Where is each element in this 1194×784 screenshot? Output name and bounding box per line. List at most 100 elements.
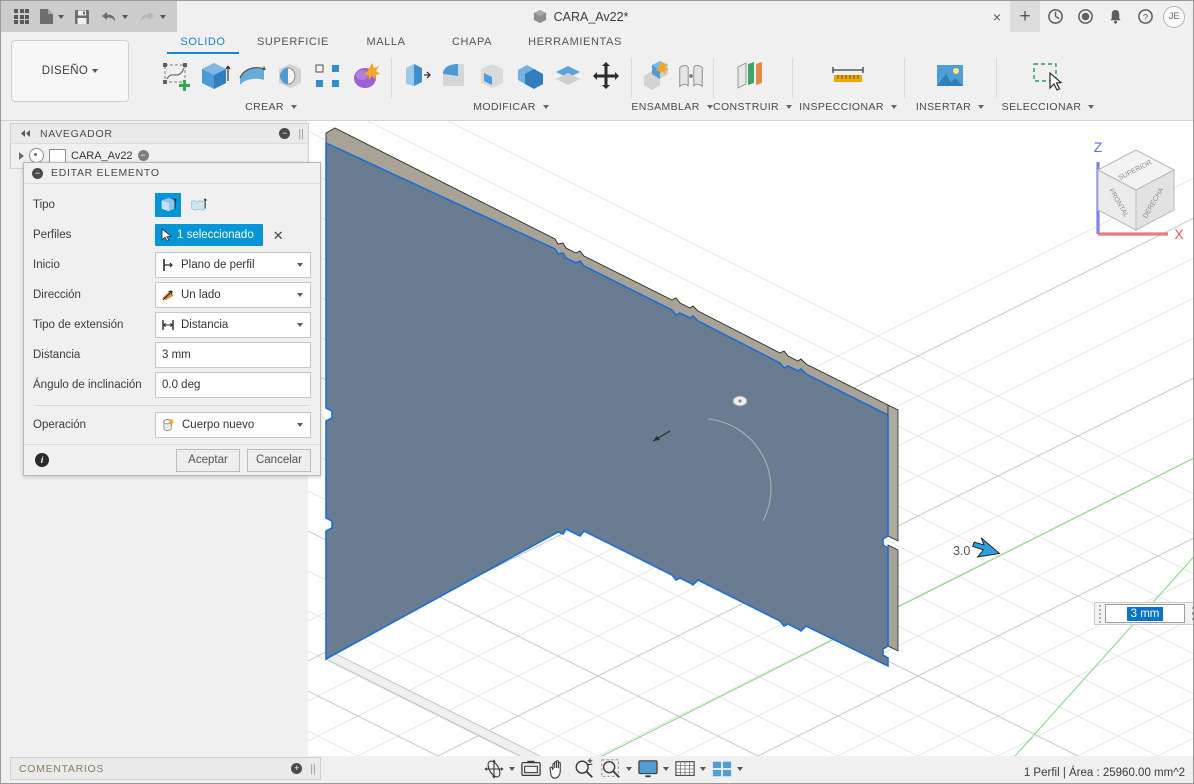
chevron-down-icon [1088,105,1095,109]
chevron-down-icon[interactable] [626,767,632,771]
file-menu-button[interactable] [34,3,69,31]
ribbon-group-label-insertar[interactable]: INSERTAR [904,101,996,116]
orbit-button[interactable] [481,757,517,781]
operacion-select[interactable]: Cuerpo nuevo [155,412,311,438]
cancel-button[interactable]: Cancelar [247,448,311,472]
save-button[interactable] [69,3,95,31]
chevron-down-icon[interactable] [700,767,706,771]
chevron-down-icon [978,105,985,109]
ribbon-group-label-inspeccionar[interactable]: INSPECCIONAR [792,101,904,116]
ribbon-group-label-ensamblar[interactable]: ENSAMBLAR [631,101,713,116]
perfiles-selection-chip[interactable]: 1 seleccionado [155,224,263,246]
manipulator-options-icon[interactable] [1185,603,1193,624]
manipulator-value-field[interactable]: 3 mm [1105,604,1185,623]
display-settings-button[interactable] [635,757,671,781]
ribbon-group-crear: CREAR [151,54,391,116]
accept-button[interactable]: Aceptar [176,448,240,472]
ribbon-group-ensamblar: ENSAMBLAR [631,54,713,116]
collapse-left-icon[interactable] [19,129,32,138]
extrude-icon[interactable] [196,58,232,94]
press-pull-icon[interactable] [398,58,434,94]
ribbon-group-label-construir[interactable]: CONSTRUIR [713,101,793,116]
joint-icon[interactable] [676,58,706,94]
viewport-canvas[interactable]: 3.0 3 mm Z X SUPERIOR FRONTAL DERECHA [308,121,1193,756]
visibility-eye-icon[interactable] [29,148,44,163]
apps-menu-button[interactable] [9,3,34,31]
combine-icon[interactable] [512,58,548,94]
viewports-button[interactable] [709,757,745,781]
job-status-button[interactable] [1040,1,1070,32]
ribbon-group-label-seleccionar[interactable]: SELECCIONAR [996,101,1100,116]
pattern-icon[interactable] [310,58,346,94]
undo-button[interactable] [95,3,133,31]
construct-plane-icon[interactable] [733,58,769,94]
avatar[interactable]: JE [1163,5,1185,28]
new-tab-button[interactable]: + [1010,1,1040,32]
close-tab-button[interactable]: × [984,1,1010,32]
tipo-extension-select[interactable]: Distancia [155,312,311,338]
field-row-angulo: Ángulo de inclinación 0.0 deg [33,370,311,400]
chevron-down-icon[interactable] [737,767,743,771]
new-component-icon[interactable] [638,58,674,94]
chevron-down-icon [297,423,303,427]
tab-malla[interactable]: MALLA [343,32,429,51]
fillet-icon[interactable] [436,58,472,94]
redo-button[interactable] [133,3,171,31]
chevron-down-icon [160,14,166,19]
tab-herramientas[interactable]: HERRAMIENTAS [515,32,635,51]
create-form-icon[interactable] [348,58,384,94]
clear-x-icon[interactable]: ✕ [273,229,284,242]
extrude-surface-icon[interactable] [185,193,211,217]
revolve-icon[interactable] [234,58,270,94]
workspace-selector[interactable]: DISEÑO [11,40,129,102]
browser-resize-handle[interactable]: || [298,128,304,140]
tab-solido[interactable]: SOLIDO [163,32,243,54]
ribbon-group-modificar: MODIFICAR [391,54,631,116]
notifications-button[interactable] [1100,1,1130,32]
sweep-icon[interactable] [272,58,308,94]
chevron-down-icon[interactable] [663,767,669,771]
label-direccion: Dirección [33,289,81,301]
document-tab[interactable]: CARA_Av22* [533,9,628,24]
ribbon-group-label-crear[interactable]: CREAR [151,101,391,116]
select-window-icon[interactable] [1030,58,1066,94]
info-icon[interactable]: i [35,453,49,467]
edit-feature-dialog: − EDITAR ELEMENTO Tipo Perfiles 1 selecc… [23,162,321,476]
label-distancia: Distancia [33,349,81,361]
offset-face-icon[interactable] [550,58,586,94]
add-circle-icon[interactable]: + [291,763,303,774]
status-text: 1 Perfil | Área : 25960.00 mm^2 [1023,767,1185,779]
pan-button[interactable] [545,757,570,781]
grid-snaps-button[interactable] [672,757,708,781]
browser-root-item[interactable]: CARA_Av22 − [11,144,308,163]
collapse-circle-icon[interactable]: − [32,167,43,179]
collapse-circle-icon[interactable]: − [279,128,291,139]
recent-button[interactable] [1070,1,1100,32]
tab-superficie[interactable]: SUPERFICIE [243,32,343,51]
zoom-window-button[interactable] [598,757,634,781]
direccion-select[interactable]: Un lado [155,282,311,308]
chevron-down-icon [297,263,303,267]
new-sketch-icon[interactable] [158,58,194,94]
move-copy-icon[interactable] [588,58,624,94]
zoom-button[interactable] [571,757,597,781]
manipulator-input[interactable]: 3 mm [1094,602,1193,625]
browser-item-menu-icon[interactable]: − [137,150,149,161]
distancia-input[interactable]: 3 mm [155,342,311,368]
chevron-down-icon[interactable] [509,767,515,771]
expand-arrow-icon[interactable] [19,151,24,160]
angulo-input[interactable]: 0.0 deg [155,372,311,398]
comments-resize-handle[interactable]: || [310,763,316,775]
help-button[interactable]: ? [1130,1,1160,32]
inicio-select[interactable]: Plano de perfil [155,252,311,278]
insert-image-icon[interactable] [932,58,968,94]
look-at-button[interactable] [518,757,544,781]
zoom-window-icon [601,759,620,778]
tab-chapa[interactable]: CHAPA [429,32,515,51]
view-cube[interactable]: Z X SUPERIOR FRONTAL DERECHA [1076,136,1190,244]
chevron-down-icon [122,14,128,19]
measure-icon[interactable] [830,58,866,94]
extrude-profile-icon[interactable] [155,193,181,217]
ribbon-group-label-modificar[interactable]: MODIFICAR [391,101,631,116]
shell-icon[interactable] [474,58,510,94]
